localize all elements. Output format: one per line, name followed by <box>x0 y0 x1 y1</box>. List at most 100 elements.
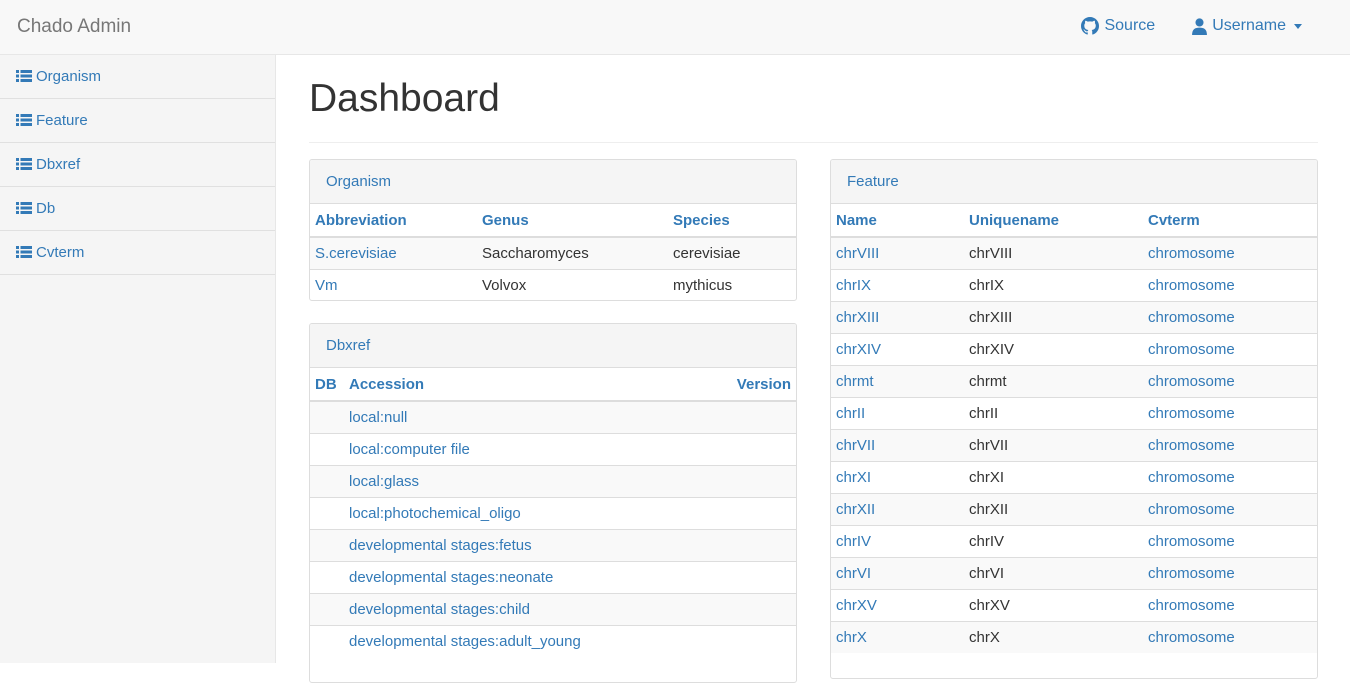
dbxref-table: DB Accession Version local:null local:compu… <box>310 368 796 657</box>
organism-cell: cerevisiae <box>668 237 796 269</box>
organism-cell[interactable]: Vm <box>310 268 477 300</box>
feature-cell[interactable]: chrIV <box>831 524 964 557</box>
organism-column-header[interactable]: Species <box>668 204 796 238</box>
top-navbar: Chado Admin Source Username <box>0 0 1350 55</box>
organism-panel-heading[interactable]: Organism <box>310 160 796 204</box>
source-label: Source <box>1104 17 1156 34</box>
feature-column-header[interactable]: Name <box>831 204 964 238</box>
feature-table-row: chrVI chrVI chromosome <box>831 556 1317 589</box>
dbxref-panel-heading[interactable]: Dbxref <box>310 324 796 368</box>
dbxref-table-row: local:computer file <box>310 432 796 465</box>
feature-cell[interactable]: chrmt <box>831 364 964 397</box>
feature-cell[interactable]: chromosome <box>1143 524 1317 557</box>
feature-cell[interactable]: chromosome <box>1143 492 1317 525</box>
feature-cell: chrVI <box>964 556 1143 589</box>
sidebar-list: Organism Feature Dbxref Db Cvterm <box>0 55 275 275</box>
feature-cell[interactable]: chrX <box>831 620 964 653</box>
feature-cell[interactable]: chromosome <box>1143 620 1317 653</box>
navbar-right: Source Username <box>1081 17 1302 35</box>
feature-table-row: chrVII chrVII chromosome <box>831 428 1317 461</box>
feature-cell[interactable]: chromosome <box>1143 237 1317 269</box>
sidebar-item-label: Db <box>36 200 56 217</box>
feature-cell[interactable]: chromosome <box>1143 428 1317 461</box>
sidebar-item-organism[interactable]: Organism <box>0 55 275 99</box>
user-icon <box>1192 17 1208 35</box>
feature-cell[interactable]: chromosome <box>1143 300 1317 333</box>
feature-panel-heading[interactable]: Feature <box>831 160 1317 204</box>
feature-cell[interactable]: chrVII <box>831 428 964 461</box>
organism-table-row: Vm Volvox mythicus <box>310 268 796 300</box>
feature-cell: chrXIV <box>964 332 1143 365</box>
main-content: Dashboard Organism Abbreviation Genus Spec… <box>309 55 1318 683</box>
feature-cell[interactable]: chrIX <box>831 268 964 301</box>
dbxref-cell <box>696 401 796 433</box>
dbxref-cell[interactable]: local:null <box>344 401 696 433</box>
feature-cell[interactable]: chromosome <box>1143 460 1317 493</box>
organism-cell[interactable]: S.cerevisiae <box>310 237 477 269</box>
dbxref-cell[interactable]: developmental stages:child <box>344 592 696 625</box>
organism-table-row: S.cerevisiae Saccharomyces cerevisiae <box>310 237 796 269</box>
dbxref-cell[interactable]: local:computer file <box>344 432 696 465</box>
feature-cell[interactable]: chrII <box>831 396 964 429</box>
feature-cell: chrVII <box>964 428 1143 461</box>
feature-cell[interactable]: chromosome <box>1143 396 1317 429</box>
feature-cell[interactable]: chromosome <box>1143 364 1317 397</box>
organism-cell: mythicus <box>668 268 796 300</box>
sidebar: Organism Feature Dbxref Db Cvterm <box>0 55 276 663</box>
github-icon <box>1081 17 1100 35</box>
organism-column-header[interactable]: Genus <box>477 204 668 238</box>
feature-table-row: chrXV chrXV chromosome <box>831 588 1317 621</box>
feature-cell[interactable]: chrVI <box>831 556 964 589</box>
organism-panel: Organism Abbreviation Genus Species S.cere… <box>309 159 797 301</box>
feature-table-row: chrXIV chrXIV chromosome <box>831 332 1317 365</box>
dbxref-cell <box>310 464 344 497</box>
dbxref-table-row: developmental stages:neonate <box>310 560 796 593</box>
sidebar-item-label: Feature <box>36 112 88 129</box>
dbxref-panel: Dbxref DB Accession Version local:null loca… <box>309 323 797 683</box>
sidebar-item-label: Cvterm <box>36 244 85 261</box>
feature-cell: chrVIII <box>964 237 1143 269</box>
feature-cell[interactable]: chromosome <box>1143 268 1317 301</box>
sidebar-item-cvterm[interactable]: Cvterm <box>0 231 275 275</box>
source-link[interactable]: Source <box>1081 17 1155 35</box>
sidebar-item-dbxref[interactable]: Dbxref <box>0 143 275 187</box>
dbxref-cell[interactable]: developmental stages:adult_young <box>344 624 696 657</box>
feature-cell: chrXI <box>964 460 1143 493</box>
feature-cell[interactable]: chrXI <box>831 460 964 493</box>
feature-cell[interactable]: chromosome <box>1143 332 1317 365</box>
sidebar-item-feature[interactable]: Feature <box>0 99 275 143</box>
dbxref-column-header[interactable]: DB <box>310 368 344 402</box>
feature-table-row: chrmt chrmt chromosome <box>831 364 1317 397</box>
feature-cell[interactable]: chrVIII <box>831 237 964 269</box>
sidebar-item-db[interactable]: Db <box>0 187 275 231</box>
feature-cell[interactable]: chromosome <box>1143 556 1317 589</box>
user-menu-toggle[interactable]: Username <box>1192 17 1302 35</box>
dbxref-cell[interactable]: local:glass <box>344 464 696 497</box>
caret-down-icon <box>1294 23 1302 29</box>
dbxref-column-header[interactable]: Version <box>696 368 796 402</box>
dbxref-cell[interactable]: developmental stages:fetus <box>344 528 696 561</box>
dbxref-cell[interactable]: local:photochemical_oligo <box>344 496 696 529</box>
feature-column-header[interactable]: Cvterm <box>1143 204 1317 238</box>
feature-column-header[interactable]: Uniquename <box>964 204 1143 238</box>
feature-cell[interactable]: chrXIV <box>831 332 964 365</box>
list-icon <box>16 70 32 82</box>
feature-table-row: chrX chrX chromosome <box>831 620 1317 653</box>
feature-table-row: chrXIII chrXIII chromosome <box>831 300 1317 333</box>
brand-link[interactable]: Chado Admin <box>17 16 131 38</box>
dbxref-cell <box>310 528 344 561</box>
feature-cell[interactable]: chromosome <box>1143 588 1317 621</box>
organism-column-header[interactable]: Abbreviation <box>310 204 477 238</box>
feature-cell[interactable]: chrXIII <box>831 300 964 333</box>
feature-cell[interactable]: chrXII <box>831 492 964 525</box>
feature-cell[interactable]: chrXV <box>831 588 964 621</box>
dbxref-cell <box>696 432 796 465</box>
sidebar-item-label: Dbxref <box>36 156 81 173</box>
dbxref-table-row: local:photochemical_oligo <box>310 496 796 529</box>
dbxref-table-row: developmental stages:child <box>310 592 796 625</box>
list-icon <box>16 246 32 258</box>
feature-cell: chrXIII <box>964 300 1143 333</box>
dbxref-cell[interactable]: developmental stages:neonate <box>344 560 696 593</box>
feature-table-row: chrIX chrIX chromosome <box>831 268 1317 301</box>
dbxref-column-header[interactable]: Accession <box>344 368 696 402</box>
